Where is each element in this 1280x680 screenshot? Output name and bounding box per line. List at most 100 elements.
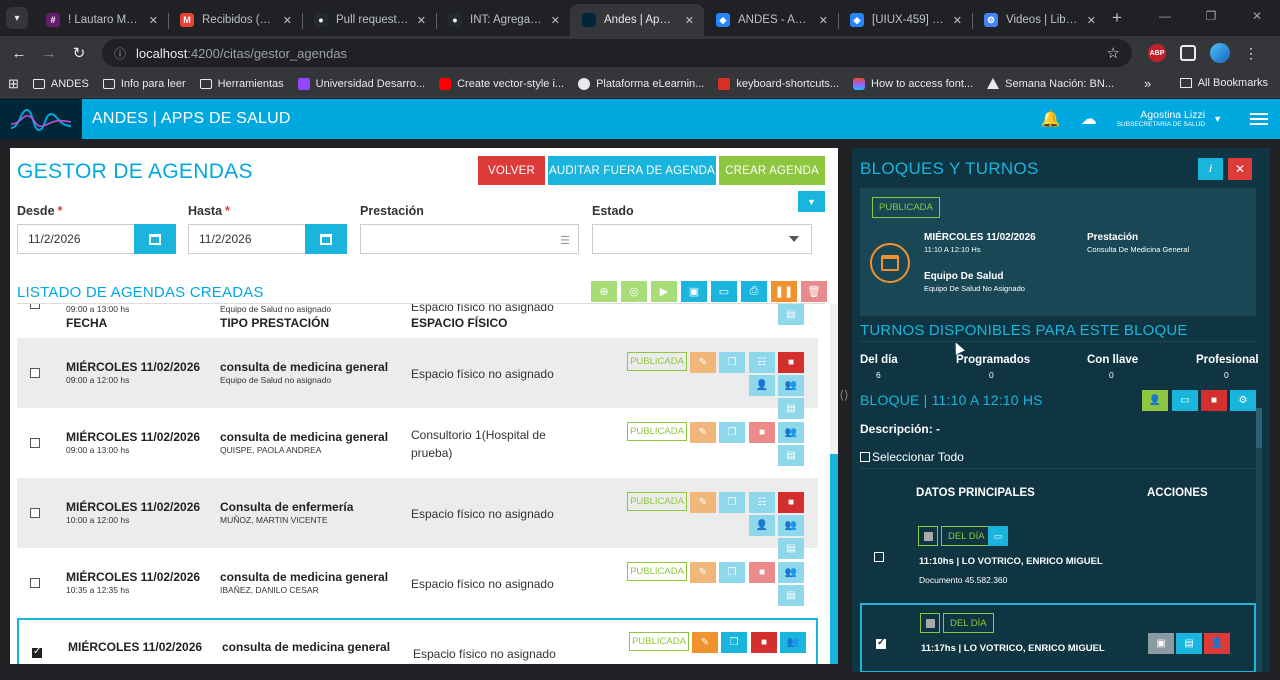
close-tab-icon[interactable]: ✕ [283, 14, 292, 27]
add-patient-button[interactable]: 👥 [778, 422, 804, 443]
stop-button[interactable]: ■ [749, 562, 775, 583]
bookmark-item[interactable]: Universidad Desarro... [297, 77, 425, 90]
restore-icon[interactable]: ❐ [1188, 0, 1234, 32]
add-user-button[interactable]: 👤 [749, 375, 775, 396]
profile-avatar[interactable] [1210, 43, 1230, 63]
list-settings-button[interactable]: ☷ [749, 492, 775, 513]
list-settings-button[interactable]: ☷ [749, 352, 775, 373]
stop-button[interactable]: ■ [749, 422, 775, 443]
stop-button[interactable]: ■ [751, 632, 777, 653]
bookmark-item[interactable]: Semana Nación: BN... [987, 78, 1114, 90]
turno-checkbox[interactable] [874, 552, 884, 562]
site-info-icon[interactable]: ⓘ [114, 45, 126, 62]
address-bar[interactable]: ⓘ localhost:4200/citas/gestor_agendas ☆ [102, 39, 1132, 67]
cloud-sync-icon[interactable]: ☁ [1081, 109, 1097, 129]
agenda-row[interactable]: MIÉRCOLES 11/02/2026 09:00 a 12:00 hs co… [17, 338, 818, 419]
add-user-button[interactable]: 👤 [749, 515, 775, 536]
turno-checkbox[interactable] [876, 637, 886, 649]
close-panel-button[interactable]: ✕ [1228, 158, 1252, 180]
agenda-row[interactable]: MIÉRCOLES 11/02/2026 10:00 a 12:00 hs Co… [17, 478, 818, 559]
pause-button[interactable]: ❚❚ [771, 281, 797, 302]
edit-pencil-button[interactable]: ✎ [690, 492, 716, 513]
app-title[interactable]: ANDES | APPS DE SALUD [92, 110, 291, 128]
close-tab-icon[interactable]: ✕ [551, 14, 560, 27]
agenda-row[interactable]: MIÉRCOLES 11/02/2026 10:35 a 12:35 hs co… [17, 548, 818, 618]
copy-button[interactable]: ❐ [719, 562, 745, 583]
browser-tab[interactable]: # ! Lautaro Molina ✕ [34, 4, 168, 36]
prestacion-select[interactable]: ☰ [360, 224, 579, 254]
edit-pencil-button[interactable]: ✎ [690, 562, 716, 583]
row-checkbox[interactable] [30, 304, 40, 309]
browser-tab[interactable]: Andes | Apps De ✕ [570, 4, 704, 36]
edit-pencil-button[interactable]: ✎ [690, 422, 716, 443]
edit-pencil-button[interactable]: ✎ [690, 352, 716, 373]
close-window-icon[interactable]: ✕ [1234, 0, 1280, 32]
bookmark-item[interactable]: Info para leer [102, 78, 186, 90]
copy-button[interactable]: ❐ [719, 492, 745, 513]
adblock-extension-icon[interactable]: ABP [1148, 44, 1166, 62]
desde-calendar-button[interactable] [134, 224, 176, 254]
agenda-row[interactable]: MIÉRCOLES 11/02/2026 consulta de medicin… [17, 618, 818, 664]
bell-icon[interactable]: 🔔 [1041, 109, 1061, 129]
id-card-button[interactable]: ▣ [1148, 633, 1174, 654]
browser-tab[interactable]: M Recibidos (180) ✕ [168, 4, 302, 36]
desde-input[interactable]: 11/2/2026 [17, 224, 135, 254]
folder-button[interactable]: ▣ [681, 281, 707, 302]
copy-button[interactable]: ❐ [719, 352, 745, 373]
play-button[interactable]: ▶ [651, 281, 677, 302]
browser-tab[interactable]: ⚙ Videos | Library ✕ [972, 4, 1106, 36]
new-tab-button[interactable]: + [1112, 8, 1122, 28]
turno-item[interactable]: DEL DÍA 11:17hs | LO VOTRICO, ENRICO MIG… [860, 603, 1256, 672]
row-checkbox[interactable] [30, 508, 40, 518]
scrollbar-thumb[interactable] [830, 454, 838, 664]
add-patient-button[interactable]: 👥 [778, 515, 804, 536]
row-checkbox[interactable] [30, 438, 40, 448]
row-checkbox[interactable] [32, 646, 42, 658]
auditar-fuera-agenda-button[interactable]: AUDITAR FUERA DE AGENDA [548, 156, 716, 185]
target-button[interactable]: ◎ [621, 281, 647, 302]
calendar-check-button[interactable]: ▤ [778, 445, 804, 466]
stop-button[interactable]: ■ [778, 352, 804, 373]
reload-icon[interactable]: ↻ [64, 44, 94, 62]
estado-select[interactable] [592, 224, 812, 254]
back-icon[interactable]: ← [4, 45, 34, 62]
row-checkbox[interactable] [30, 578, 40, 588]
close-tab-icon[interactable]: ✕ [149, 14, 158, 27]
delete-button[interactable]: 🗑 [801, 281, 827, 302]
browser-menu-icon[interactable]: ⋮ [1244, 45, 1258, 62]
close-tab-icon[interactable]: ✕ [819, 14, 828, 27]
add-patient-button[interactable]: 👥 [778, 375, 804, 396]
user-info[interactable]: Agostina Lizzi SUBSECRETARIA DE SALUD [1117, 109, 1205, 129]
close-tab-icon[interactable]: ✕ [417, 14, 426, 27]
add-patient-button[interactable]: 👤 [1142, 390, 1168, 411]
all-bookmarks-button[interactable]: All Bookmarks [1179, 77, 1268, 89]
bookmark-star-icon[interactable]: ☆ [1107, 44, 1120, 62]
stop-button[interactable]: ■ [1201, 390, 1227, 411]
scrollbar-thumb[interactable] [1256, 408, 1262, 448]
copy-button[interactable]: ❐ [719, 422, 745, 443]
stop-button[interactable]: ■ [778, 492, 804, 513]
user-menu-caret-icon[interactable]: ▼ [1213, 114, 1222, 124]
close-tab-icon[interactable]: ✕ [1087, 14, 1096, 27]
calendar-check-button[interactable]: ▤ [778, 585, 804, 606]
bookmark-item[interactable]: Herramientas [199, 78, 284, 90]
close-tab-icon[interactable]: ✕ [953, 14, 962, 27]
browser-tab[interactable]: ● INT: Agrega un c ✕ [436, 4, 570, 36]
hamburger-menu-icon[interactable] [1250, 110, 1268, 128]
close-tab-icon[interactable]: ✕ [685, 14, 694, 27]
agenda-row[interactable]: MIÉRCOLES 11/02/2026 09:00 a 13:00 hs co… [17, 408, 818, 478]
browser-tab[interactable]: ◆ [UIUX-459] Pant ✕ [838, 4, 972, 36]
checkbox[interactable] [860, 452, 870, 462]
tab-search-icon[interactable]: ▾ [6, 7, 28, 29]
minimize-icon[interactable]: — [1142, 0, 1188, 32]
forward-icon[interactable]: → [34, 45, 64, 62]
info-button[interactable]: i [1198, 158, 1223, 180]
settings-gear-button[interactable]: ⚙ [1230, 390, 1256, 411]
copy-button[interactable]: ❐ [721, 632, 747, 653]
browser-tab[interactable]: ◆ ANDES - Agile B ✕ [704, 4, 838, 36]
collapse-filters-chevron-icon[interactable]: ▼ [798, 191, 825, 212]
extensions-icon[interactable] [1180, 45, 1196, 61]
add-patient-button[interactable]: 👥 [780, 632, 806, 653]
edit-pencil-button[interactable]: ✎ [692, 632, 718, 653]
bookmark-item[interactable]: Create vector-style i... [439, 77, 564, 90]
